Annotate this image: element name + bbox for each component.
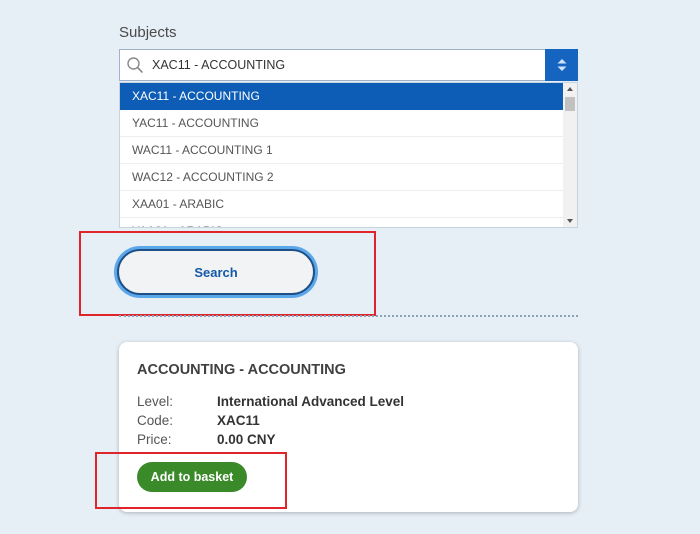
sort-stepper-icon[interactable] — [545, 49, 578, 81]
dropdown-option[interactable]: WAC12 - ACCOUNTING 2 — [120, 164, 565, 191]
code-label: Code: — [137, 413, 174, 428]
subject-search-value: XAC11 - ACCOUNTING — [152, 58, 286, 72]
dropdown-option[interactable]: WAC11 - ACCOUNTING 1 — [120, 137, 565, 164]
dropdown-option-selected[interactable]: XAC11 - ACCOUNTING — [120, 83, 565, 110]
section-divider — [119, 315, 578, 317]
add-basket-highlight-box — [95, 452, 287, 509]
subject-dropdown-list[interactable]: XAC11 - ACCOUNTING YAC11 - ACCOUNTING WA… — [119, 82, 578, 228]
level-value: International Advanced Level — [217, 394, 405, 409]
scroll-down-icon[interactable] — [563, 215, 577, 227]
scroll-up-icon[interactable] — [563, 83, 577, 95]
dropdown-option[interactable]: YAC11 - ACCOUNTING — [120, 110, 565, 137]
code-value: XAC11 — [217, 413, 260, 428]
dropdown-option[interactable]: XAA01 - ARABIC — [120, 191, 565, 218]
price-value: 0.00 CNY — [217, 432, 276, 447]
subjects-label: Subjects — [119, 24, 177, 41]
level-label: Level: — [137, 394, 174, 409]
price-row: Price: 0.00 CNY — [137, 432, 276, 447]
price-label: Price: — [137, 432, 172, 447]
subject-search-input[interactable]: XAC11 - ACCOUNTING — [119, 49, 578, 81]
dropdown-scrollbar[interactable] — [563, 83, 577, 227]
code-row: Code: XAC11 — [137, 413, 260, 428]
scrollbar-thumb[interactable] — [565, 97, 575, 111]
level-row: Level: International Advanced Level — [137, 394, 404, 409]
search-button[interactable]: Search — [117, 249, 315, 295]
result-title: ACCOUNTING - ACCOUNTING — [137, 362, 346, 378]
dropdown-option[interactable]: YAA01 - ARABIC — [120, 218, 565, 227]
search-icon — [120, 50, 150, 80]
